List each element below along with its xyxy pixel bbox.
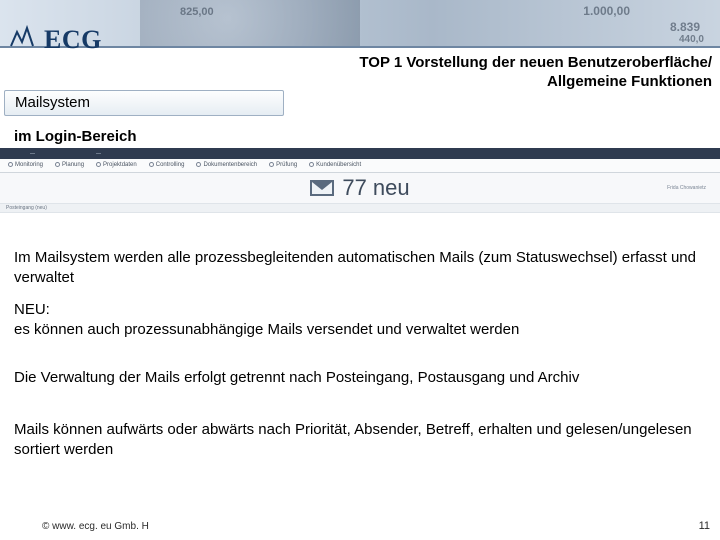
banner-photo (140, 0, 360, 46)
body-paragraph: Die Verwaltung der Mails erfolgt getrenn… (14, 368, 704, 388)
banner-number: 440,0 (679, 34, 704, 45)
body-paragraph: Im Mailsystem werden alle prozessbegleit… (14, 248, 704, 287)
screenshot-user-meta: Frida Chowanietz (667, 185, 706, 191)
section-heading-label: Mailsystem (15, 94, 90, 111)
body-paragraph: NEU: es können auch prozessunabhängige M… (14, 300, 704, 339)
screenshot-sub-row: Posteingang (neu) (0, 203, 720, 213)
screenshot-sub-label: Posteingang (neu) (6, 205, 47, 211)
tab-item: Projektdaten (96, 162, 137, 168)
mail-count-text: 77 neu (342, 175, 409, 201)
body-paragraph: Mails können aufwärts oder abwärts nach … (14, 420, 704, 459)
banner-number: 1.000,00 (583, 4, 630, 18)
section-heading-box: Mailsystem (4, 90, 284, 116)
logo: ECG (10, 24, 102, 55)
tab-item: Planung (55, 162, 84, 168)
tab-item: Kundenübersicht (309, 162, 361, 168)
dark-bar-item: — (30, 151, 36, 157)
title-line-1: TOP 1 Vorstellung der neuen Benutzerober… (272, 54, 712, 73)
embedded-screenshot: — — Monitoring Planung Projektdaten Cont… (0, 148, 720, 213)
dark-bar-item: — (96, 151, 102, 157)
tab-item: Monitoring (8, 162, 43, 168)
banner-number: 8.839 (670, 20, 700, 34)
tab-item: Controlling (149, 162, 185, 168)
banner-number: 825,00 (180, 6, 214, 18)
page-number: 11 (699, 520, 710, 532)
tab-item: Dokumentenbereich (196, 162, 257, 168)
mail-icon (310, 180, 334, 196)
banner: 825,00 1.000,00 8.839 440,0 (0, 0, 720, 48)
screenshot-dark-bar: — — (0, 148, 720, 159)
logo-mark-icon (10, 24, 46, 55)
tab-item: Prüfung (269, 162, 297, 168)
footer-copyright: © www. ecg. eu Gmb. H (42, 521, 149, 532)
subtitle: im Login-Bereich (14, 128, 137, 145)
body-paragraph-text: es können auch prozessunabhängige Mails … (14, 321, 519, 338)
title-line-2: Allgemeine Funktionen (272, 73, 712, 92)
slide-title: TOP 1 Vorstellung der neuen Benutzerober… (272, 54, 712, 92)
logo-text: ECG (44, 25, 102, 55)
screenshot-count-row: 77 neu Frida Chowanietz (0, 173, 720, 203)
neu-label: NEU: (14, 301, 50, 318)
screenshot-tab-row: Monitoring Planung Projektdaten Controll… (0, 159, 720, 173)
